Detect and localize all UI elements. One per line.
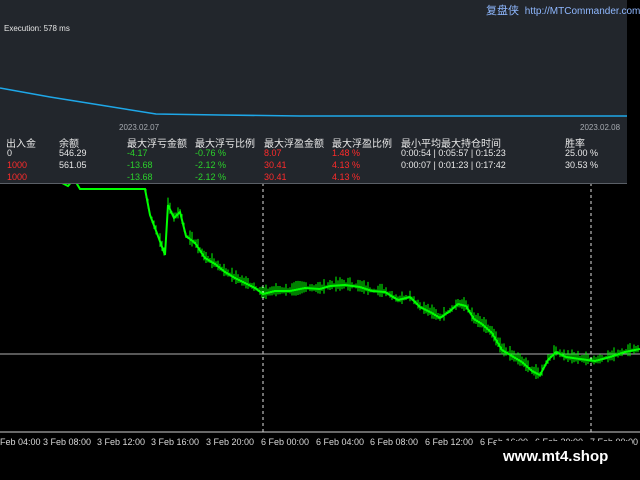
time-tick-8: 6 Feb 08:00 <box>370 437 419 447</box>
time-tick-6: 6 Feb 00:00 <box>261 437 310 447</box>
time-tick-2: 3 Feb 08:00 <box>43 437 92 447</box>
row3-profit-ratio: 4.13 % <box>332 172 361 182</box>
brand: 复盘侠 http://MTCommander.com <box>486 2 640 18</box>
brand-url[interactable]: http://MTCommander.com <box>525 6 640 17</box>
row3-loss-amount: -13.68 <box>127 172 153 182</box>
candle-bars <box>145 188 639 379</box>
time-tick-3: 3 Feb 12:00 <box>97 437 146 447</box>
equity-mini-chart <box>0 87 627 117</box>
row1-loss-ratio: -0.76 % <box>195 148 227 158</box>
row2-loss-ratio: -2.12 % <box>195 160 227 170</box>
row1-profit-ratio: 1.48 % <box>332 148 361 158</box>
time-tick-5: 3 Feb 20:00 <box>206 437 255 447</box>
row1-deposit: 0 <box>7 148 13 158</box>
time-tick-1: Feb 04:00 <box>0 437 41 447</box>
mini-date-right: 2023.02.08 <box>580 123 621 132</box>
row2-win-rate: 30.53 % <box>565 160 599 170</box>
mini-date-left: 2023.02.07 <box>119 123 160 132</box>
row1-profit-amount: 8.07 <box>264 148 282 158</box>
watermark: www.mt4.shop <box>496 441 632 473</box>
row3-loss-ratio: -2.12 % <box>195 172 227 182</box>
row2-profit-ratio: 4.13 % <box>332 160 361 170</box>
row1-hold-time: 0:00:54 | 0:05:57 | 0:15:23 <box>401 148 506 158</box>
execution-time: Execution: 578 ms <box>4 24 70 33</box>
time-tick-4: 3 Feb 16:00 <box>151 437 200 447</box>
price-candles <box>59 177 640 377</box>
row2-loss-amount: -13.68 <box>127 160 153 170</box>
row1-win-rate: 25.00 % <box>565 148 599 158</box>
equity-line <box>0 87 627 117</box>
time-tick-9: 6 Feb 12:00 <box>425 437 474 447</box>
row2-deposit: 1000 <box>7 160 28 170</box>
report-panel: 复盘侠 http://MTCommander.com Execution: 57… <box>0 0 640 184</box>
row3-deposit: 1000 <box>7 172 28 182</box>
row2-balance: 561.05 <box>59 160 87 170</box>
row1-balance: 546.29 <box>59 148 87 158</box>
row3-profit-amount: 30.41 <box>264 172 287 182</box>
row2-hold-time: 0:00:07 | 0:01:23 | 0:17:42 <box>401 160 506 170</box>
brand-name: 复盘侠 <box>486 5 519 17</box>
watermark-text: www.mt4.shop <box>503 448 609 465</box>
row1-loss-amount: -4.17 <box>127 148 148 158</box>
row2-profit-amount: 30.41 <box>264 160 287 170</box>
time-tick-7: 6 Feb 04:00 <box>316 437 365 447</box>
